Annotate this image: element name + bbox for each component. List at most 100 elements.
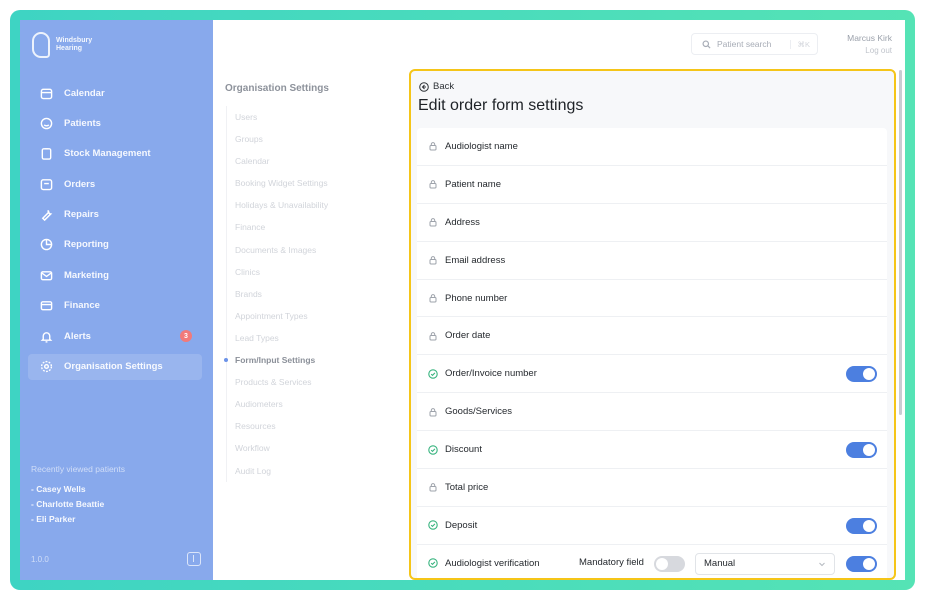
form-field-row: Phone number: [417, 280, 887, 318]
lock-icon: [428, 179, 438, 189]
wrench-icon: [40, 208, 53, 222]
check-circle-icon: [428, 558, 438, 568]
form-field-label: Order/Invoice number: [445, 368, 537, 380]
credit-card-icon: [40, 299, 53, 312]
sidebar-item-alerts[interactable]: Alerts 3: [28, 323, 202, 349]
field-enabled-toggle[interactable]: [846, 442, 877, 459]
sidebar-item-label: Alerts: [64, 330, 91, 342]
field-enabled-toggle[interactable]: [846, 366, 877, 383]
sidebar-nav: Calendar Patients Stock Management Order…: [28, 80, 202, 384]
bell-icon: [40, 330, 53, 343]
alerts-count-badge: 3: [180, 330, 192, 343]
sidebar-item-stock-management[interactable]: Stock Management: [28, 141, 202, 167]
form-field-label: Address: [445, 216, 480, 228]
lock-icon: [428, 331, 438, 341]
settings-menu-item[interactable]: Holidays & Unavailability: [235, 194, 328, 216]
select-value: Manual: [704, 558, 736, 570]
settings-menu-item[interactable]: Appointment Types: [235, 305, 328, 327]
settings-menu-item[interactable]: Form/Input Settings: [223, 349, 328, 371]
form-field-row: Email address: [417, 242, 887, 280]
form-field-label: Phone number: [445, 292, 508, 304]
form-field-label: Audiologist verification: [445, 557, 540, 569]
recent-patients: Recently viewed patients - Casey Wells -…: [31, 464, 125, 529]
check-circle-icon: [428, 520, 438, 531]
check-circle-icon: [428, 369, 438, 379]
logout-link[interactable]: Log out: [865, 46, 892, 55]
form-field-label: Discount: [445, 444, 482, 456]
settings-menu-item[interactable]: Calendar: [235, 150, 328, 172]
sidebar-item-organisation-settings[interactable]: Organisation Settings: [28, 353, 202, 380]
settings-menu-item[interactable]: Products & Services: [235, 371, 328, 393]
mail-icon: [40, 269, 53, 282]
patient-search-input[interactable]: Patient search ⌘K: [691, 33, 818, 55]
settings-menu-item[interactable]: Clinics: [235, 261, 328, 283]
user-name[interactable]: Marcus Kirk: [847, 33, 892, 43]
recent-patient-link[interactable]: - Charlotte Beattie: [31, 499, 125, 509]
lock-icon: [428, 217, 438, 227]
sidebar-item-marketing[interactable]: Marketing: [28, 262, 202, 288]
settings-menu-item[interactable]: Lead Types: [235, 327, 328, 349]
sidebar-item-label: Marketing: [64, 269, 109, 281]
form-field-row: Total price: [417, 469, 887, 507]
field-enabled-toggle[interactable]: [846, 517, 877, 534]
form-field-row: Goods/Services: [417, 393, 887, 432]
settings-menu-item[interactable]: Documents & Images: [235, 239, 328, 261]
settings-menu-item[interactable]: Brands: [235, 283, 328, 305]
logo[interactable]: Windsbury Hearing: [32, 32, 92, 58]
form-field-label: Audiologist name: [445, 140, 518, 152]
form-field-row: Discount: [417, 431, 887, 470]
recent-patient-link[interactable]: - Casey Wells: [31, 484, 125, 494]
back-button[interactable]: Back: [419, 81, 454, 92]
settings-menu-item[interactable]: Booking Widget Settings: [235, 172, 328, 194]
gear-icon: [40, 360, 53, 373]
smiley-icon: [40, 117, 53, 130]
mandatory-field-toggle[interactable]: [654, 555, 685, 572]
mandatory-field-label: Mandatory field: [579, 556, 644, 568]
form-field-label: Total price: [445, 481, 489, 493]
form-field-row: Order/Invoice number: [417, 355, 887, 394]
settings-menu-item[interactable]: Audiometers: [235, 393, 328, 415]
app-window: Windsbury Hearing Calendar Patients Stoc…: [20, 20, 905, 580]
form-field-row: Address: [417, 204, 887, 242]
field-enabled-toggle[interactable]: [846, 555, 877, 572]
ear-logo-icon: [32, 32, 50, 58]
top-bar: Patient search ⌘K Marcus Kirk Log out: [213, 20, 905, 68]
sidebar-item-patients[interactable]: Patients: [28, 110, 202, 136]
scrollbar[interactable]: [899, 70, 902, 415]
collapse-sidebar-icon[interactable]: [187, 552, 201, 566]
back-arrow-icon: [419, 81, 429, 92]
settings-menu-item[interactable]: Audit Log: [235, 460, 328, 482]
form-fields-card: Audiologist name Patient name Address Email…: [417, 128, 887, 578]
settings-menu-item[interactable]: Finance: [235, 216, 328, 238]
sidebar-item-finance[interactable]: Finance: [28, 293, 202, 319]
search-placeholder: Patient search: [717, 39, 772, 49]
settings-menu-item[interactable]: Workflow: [235, 437, 328, 459]
chevron-down-icon: [819, 562, 825, 567]
back-label: Back: [433, 81, 455, 92]
form-field-label: Email address: [445, 254, 506, 266]
sidebar: Windsbury Hearing Calendar Patients Stoc…: [20, 20, 213, 580]
sidebar-item-label: Repairs: [64, 209, 99, 221]
lock-icon: [428, 407, 438, 417]
sidebar-item-reporting[interactable]: Reporting: [28, 232, 202, 258]
sidebar-item-repairs[interactable]: Repairs: [28, 202, 202, 228]
verification-mode-select[interactable]: Manual: [695, 552, 835, 575]
sidebar-item-calendar[interactable]: Calendar: [28, 80, 202, 106]
form-field-label: Order date: [445, 330, 491, 342]
form-field-row: Order date: [417, 317, 887, 356]
settings-menu-item[interactable]: Groups: [235, 128, 328, 150]
brand-name-line2: Hearing: [56, 45, 83, 52]
app-version: 1.0.0: [31, 555, 49, 564]
sidebar-item-orders[interactable]: Orders: [28, 171, 202, 197]
settings-menu-item[interactable]: Users: [235, 106, 328, 128]
orders-icon: [40, 178, 53, 191]
form-field-label: Patient name: [445, 178, 501, 190]
recent-patient-link[interactable]: - Eli Parker: [31, 514, 125, 524]
settings-menu-item[interactable]: Resources: [235, 415, 328, 437]
search-shortcut: ⌘K: [790, 39, 810, 49]
sidebar-item-label: Organisation Settings: [64, 361, 163, 373]
sidebar-item-label: Patients: [64, 117, 101, 129]
edit-order-form-panel: Back Edit order form settings Audiologis…: [409, 69, 896, 580]
calendar-icon: [40, 87, 53, 100]
lock-icon: [428, 482, 438, 492]
